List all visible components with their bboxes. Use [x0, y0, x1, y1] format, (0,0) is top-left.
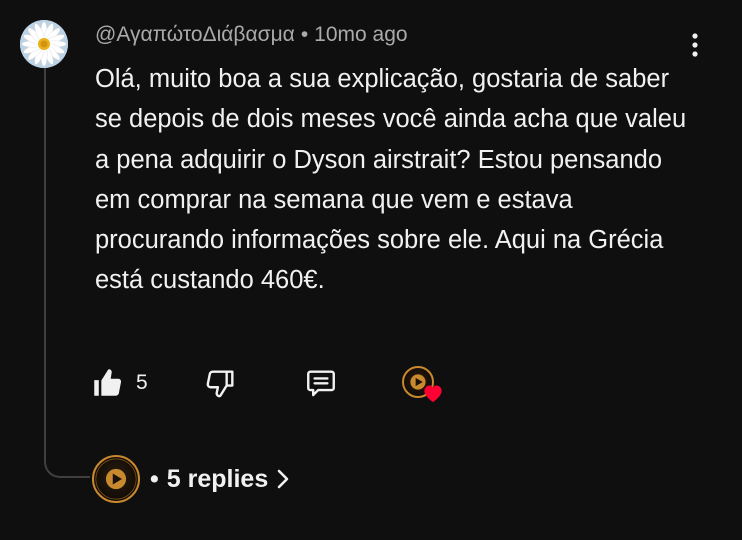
creator-heart-badge [402, 366, 444, 404]
thumbs-down-icon [206, 370, 234, 398]
daisy-flower-avatar-icon [20, 20, 68, 68]
reply-comment-icon [307, 370, 335, 397]
header-separator: • [300, 23, 309, 46]
channel-logo-icon [95, 458, 137, 500]
kebab-menu-icon [692, 33, 698, 57]
chevron-right-icon [277, 469, 289, 489]
like-button[interactable]: 5 [90, 366, 148, 400]
dislike-button[interactable] [204, 366, 238, 400]
more-options-button[interactable] [684, 30, 706, 60]
reply-thread-connector [44, 68, 90, 478]
author-handle[interactable]: @ΑγαπώτοΔιάβασμα [95, 23, 295, 46]
creator-heart-icon [424, 385, 442, 403]
replies-count-label: 5 replies [166, 464, 269, 493]
comment-body: Olá, muito boa a sua explicação, gostari… [95, 65, 687, 295]
replies-separator: • [150, 464, 159, 493]
thumbs-up-icon [94, 369, 122, 396]
author-avatar[interactable] [20, 20, 68, 68]
reply-button[interactable] [302, 366, 340, 400]
reply-channel-avatar [92, 455, 140, 503]
replies-row[interactable]: • 5 replies [92, 455, 290, 503]
comment-header: @ΑγαπώτοΔιάβασμα • 10mo ago [95, 23, 408, 47]
comment-timestamp[interactable]: 10mo ago [314, 23, 407, 46]
like-count: 5 [136, 371, 148, 394]
view-replies-button[interactable]: • 5 replies [150, 465, 290, 494]
